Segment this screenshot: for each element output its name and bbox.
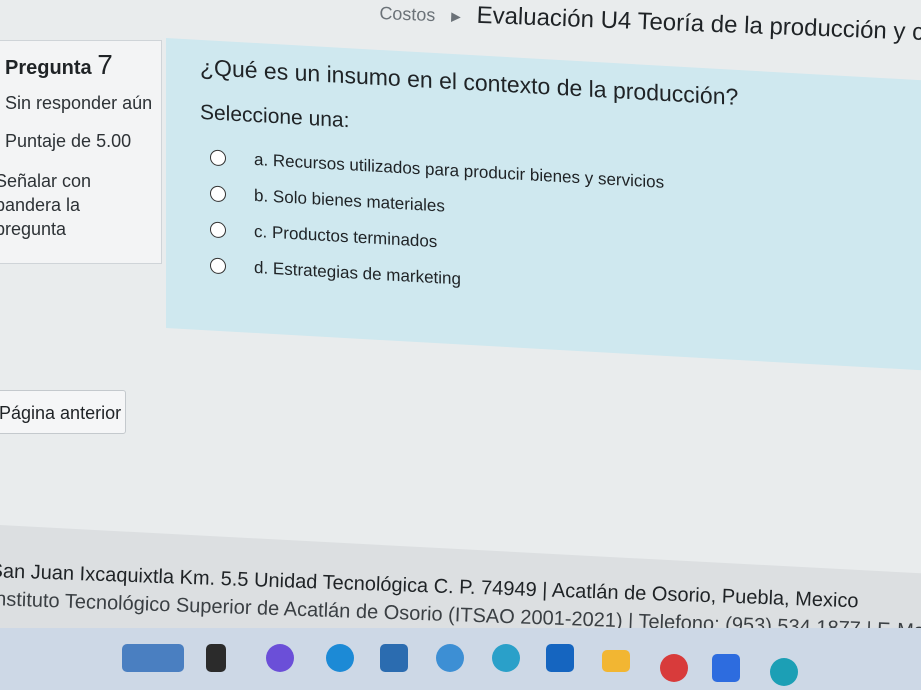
chat-icon[interactable] [770, 658, 798, 686]
flag-question-link[interactable]: Señalar con bandera la pregunta [0, 169, 91, 241]
edge-icon[interactable] [326, 644, 354, 672]
taskbar [0, 628, 921, 690]
store-icon[interactable] [380, 644, 408, 672]
question-content: ¿Qué es un insumo en el contexto de la p… [166, 38, 921, 372]
question-label: Pregunta 7 [5, 49, 113, 81]
breadcrumb-previous[interactable]: Costos [379, 3, 436, 25]
question-state: Sin responder aún [5, 93, 153, 113]
breadcrumb: Costos ► Evaluación U4 Teoría de la prod… [378, 0, 921, 59]
flag-line-2: bandera la [0, 195, 81, 215]
copilot-icon[interactable] [266, 644, 294, 672]
question-grade: Puntaje de 5.00 [5, 131, 132, 151]
file-explorer-icon[interactable] [206, 644, 226, 672]
breadcrumb-current: Evaluación U4 Teoría de la producción y … [476, 1, 921, 48]
help-icon[interactable] [492, 644, 520, 672]
answer-option-c-label[interactable]: c. Productos terminados [254, 222, 437, 252]
question-info-panel: Pregunta 7 Sin responder aún Puntaje de … [0, 40, 162, 264]
radio-a[interactable] [210, 149, 226, 167]
flag-line-1: Señalar con [0, 171, 92, 191]
answer-option-b-label[interactable]: b. Solo bienes materiales [254, 186, 445, 217]
radio-c[interactable] [210, 221, 226, 239]
outlook-icon[interactable] [546, 644, 574, 672]
flag-line-3: pregunta [0, 219, 67, 239]
office-icon[interactable] [660, 654, 688, 682]
radio-d[interactable] [210, 257, 226, 275]
zoom-icon[interactable] [712, 654, 740, 682]
breadcrumb-separator-icon: ► [447, 8, 465, 27]
hp-icon[interactable] [436, 644, 464, 672]
question-label-text: Pregunta [5, 57, 92, 79]
question-number: 7 [97, 49, 113, 80]
previous-page-button[interactable]: Página anterior [0, 390, 126, 434]
answer-option-d-label[interactable]: d. Estrategias de marketing [254, 258, 461, 290]
folder-icon[interactable] [602, 650, 630, 672]
widgets-icon[interactable] [122, 644, 184, 672]
radio-b[interactable] [210, 185, 226, 203]
